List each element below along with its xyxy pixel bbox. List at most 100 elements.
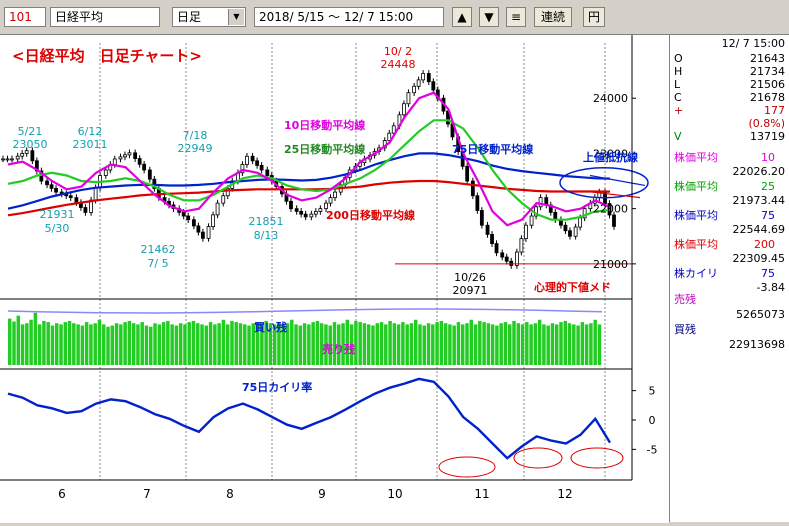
indicator-label: 株価平均 [674,151,718,164]
stock-code-field[interactable]: 101 [4,7,46,27]
margin-panel [7,308,603,365]
buy-remaining-bar [200,324,204,365]
candle-body [191,219,196,227]
buy-remaining-bar [495,325,499,365]
candle-body [529,215,534,226]
candle-body [309,213,314,218]
annotation-date: 10/26 [454,271,486,284]
candle-body [509,260,514,266]
chevron-down-icon[interactable]: ▼ [228,9,244,25]
info-panel: 12/ 7 15:00 O 21643 H 21734 L 21506 C 21678 +177… [669,34,789,522]
candle-body [1,158,5,161]
buy-remaining-bar [439,320,444,365]
chart-area: 6 7 8 9 10 11 12 21000 22000 23000 24000 5 0 -5 <日経平均… [0,34,669,523]
buy-remaining-bar [166,320,170,365]
buy-remaining-bar [503,322,508,365]
buy-remaining-bar [409,323,414,365]
candle-body [328,197,333,204]
candle-body [412,85,417,94]
ohlc-label: V [674,130,682,143]
yen-button[interactable]: 円 [583,7,605,27]
buy-remaining-bar [119,324,123,365]
x-tick-label: 7 [143,487,151,501]
buy-remaining-bar [97,319,102,365]
buy-remaining-bar [20,324,25,365]
menu-button[interactable]: ≡ [506,7,526,27]
buy-remaining-bar [315,320,320,365]
scroll-down-button[interactable]: ▼ [479,7,499,27]
candle-body [333,191,337,199]
y-tick-label: 21000 [593,258,628,271]
ohlc-value: 21734 [750,65,785,78]
indicator-value: 22544.69 [732,223,786,236]
annotation-date: 10/ 2 [384,45,412,58]
buy-remaining-bar [55,323,59,365]
candle-body [118,156,123,160]
candle-body [294,208,299,212]
buy-remaining-bar [50,325,55,365]
buy-remaining-bar [102,324,106,365]
buy-remaining-bar [25,323,29,365]
buy-remaining-bar [478,320,482,365]
buy-remaining-bar [131,323,136,365]
annotation-value: 21931 [40,208,75,221]
candle-body [186,215,191,221]
buy-remaining-bar [422,325,426,365]
ohlc-label: O [674,52,683,65]
buy-remaining-bar [456,322,461,365]
buy-remaining-bar [294,324,298,365]
candle-body [479,210,484,226]
ohlc-label: C [674,91,682,104]
buy-remaining-bar [366,324,371,365]
candle-body [255,160,260,166]
candle-body [504,256,509,262]
scroll-up-button[interactable]: ▲ [452,7,472,27]
buy-remaining-bar [187,322,191,365]
buy-remaining-bar [42,320,46,365]
ohlc-value: 21678 [750,91,785,104]
buy-remaining-bar [174,325,179,365]
candle-body [519,238,524,253]
buy-remaining-bar [507,324,512,365]
buy-remaining-bar [183,324,187,365]
ohlc-label: L [674,78,681,91]
buy-remaining-bar [559,322,563,365]
buy-remaining-bar [533,323,538,365]
ohlc-value: 13719 [750,130,785,143]
candle-body [24,150,29,154]
candle-body [5,158,10,161]
buy-remaining-bar [426,323,431,365]
support-label: 心理的下値メド [534,280,611,294]
continuous-button[interactable]: 連続 [534,7,572,27]
kairi-highlight-ellipse [570,447,624,469]
candle-body [494,243,499,254]
ohlc-value: (0.8%) [748,117,785,130]
date-range-field[interactable]: 2018/ 5/15 ～ 12/ 7 15:00 [254,7,444,27]
buy-remaining-bar [161,322,166,365]
candle-body [93,187,98,201]
candle-body [299,210,304,215]
candle-body [573,226,578,237]
buy-remaining-bar [443,323,448,365]
buy-remaining-bar [84,322,89,365]
candle-body [416,79,421,87]
buy-remaining-bar [217,323,221,365]
period-select[interactable]: 日足 ▼ [172,7,246,27]
ohlc-label: + [674,104,684,117]
chart-title: <日経平均 日足チャート> [12,47,202,65]
stock-name-field[interactable]: 日経平均 [50,7,160,27]
candle-body [612,214,616,227]
buy-remaining-bar [452,325,456,365]
indicator-label: 株価平均 [674,180,718,193]
indicator-value: 22309.45 [732,252,786,265]
indicator-value: 22026.20 [732,165,786,178]
buy-remaining-bar [29,319,33,365]
buy-remaining-bar [221,319,226,365]
buy-remaining-value: 22913698 [729,338,785,351]
buy-remaining-bar [413,319,418,365]
candle-body [147,169,152,180]
buy-remaining-bar [396,324,401,365]
candle-body [245,155,249,165]
buy-remaining-bar [384,324,388,365]
kairi-y-tick-label: 0 [649,414,656,427]
